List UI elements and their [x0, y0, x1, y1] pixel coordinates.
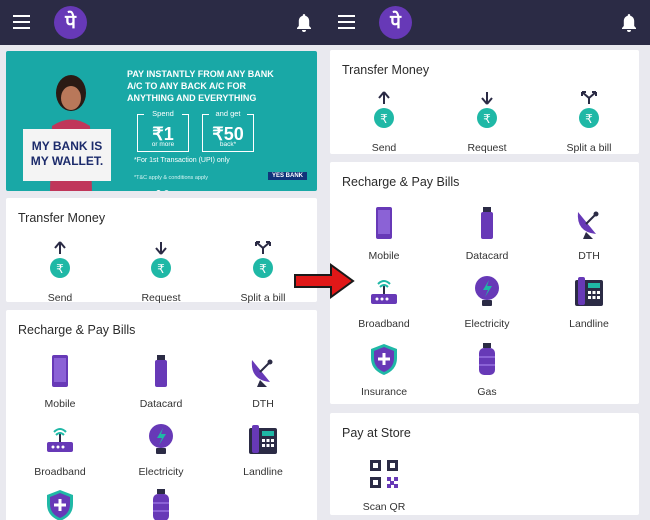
bell-icon[interactable]: [295, 13, 313, 33]
offer-spend-box: Spend ₹1 or more: [137, 109, 189, 152]
app-bar: पे: [325, 0, 650, 45]
landline-phone-icon: [575, 277, 603, 306]
transfer-money-title: Transfer Money: [18, 211, 106, 225]
electricity-button[interactable]: Electricity: [442, 274, 532, 330]
svg-text:₹: ₹: [259, 262, 267, 276]
landline-phone-icon: [249, 425, 277, 454]
request-button[interactable]: ₹ Request: [442, 90, 532, 154]
send-button[interactable]: ₹ Send: [15, 240, 105, 304]
request-button[interactable]: ₹ Request: [116, 240, 206, 304]
request-rupee-icon: ₹: [151, 242, 171, 278]
carousel-dots[interactable]: [156, 182, 172, 191]
send-rupee-icon: ₹: [50, 241, 70, 278]
gas-button[interactable]: [116, 488, 206, 520]
pay-at-store-title: Pay at Store: [342, 426, 411, 440]
gas-cylinder-icon: [479, 343, 495, 375]
pay-at-store-card: Pay at Store Scan QR: [330, 413, 639, 515]
insurance-shield-icon: [371, 344, 397, 375]
electricity-bulb-icon: [475, 276, 499, 306]
datacard-icon: [155, 355, 167, 387]
promo-banner[interactable]: MY BANK IS MY WALLET. PAY INSTANTLY FROM…: [6, 51, 317, 191]
datacard-button[interactable]: Datacard: [442, 206, 532, 262]
phonepe-logo: पे: [379, 6, 412, 39]
dth-button[interactable]: DTH: [544, 206, 634, 262]
promo-terms: *T&C apply & conditions apply: [134, 175, 208, 181]
qr-code-icon: [370, 460, 398, 488]
transfer-money-title: Transfer Money: [342, 63, 430, 77]
insurance-button[interactable]: [15, 488, 105, 520]
request-rupee-icon: ₹: [477, 92, 497, 128]
promo-headline: PAY INSTANTLY FROM ANY BANK A/C TO ANY B…: [127, 69, 274, 103]
mobile-button[interactable]: Mobile: [15, 354, 105, 410]
transfer-money-card: Transfer Money ₹ Send ₹ Request ₹ Split …: [330, 50, 639, 154]
svg-text:₹: ₹: [585, 112, 593, 126]
phonepe-logo: पे: [54, 6, 87, 39]
electricity-button[interactable]: Electricity: [116, 422, 206, 478]
insurance-shield-icon: [47, 490, 73, 520]
svg-text:₹: ₹: [56, 262, 64, 276]
dth-dish-icon: [251, 359, 273, 387]
electricity-bulb-icon: [149, 424, 173, 454]
split-bill-icon: ₹: [253, 241, 273, 278]
send-button[interactable]: ₹ Send: [339, 90, 429, 154]
transfer-money-card: Transfer Money ₹ Send ₹ Request ₹ Split …: [6, 198, 317, 304]
promo-footnote: *For 1st Transaction (UPI) only: [134, 157, 230, 164]
recharge-bills-title: Recharge & Pay Bills: [18, 323, 136, 337]
svg-text:₹: ₹: [380, 112, 388, 126]
broadband-router-icon: [47, 428, 73, 452]
yes-bank-badge: YES BANK: [267, 172, 307, 180]
gas-cylinder-icon: [153, 489, 169, 520]
recharge-bills-card: Recharge & Pay Bills Mobile Datacard DTH…: [330, 162, 639, 404]
mobile-icon: [376, 207, 392, 239]
send-rupee-icon: ₹: [374, 91, 394, 128]
datacard-icon: [481, 207, 493, 239]
recharge-bills-title: Recharge & Pay Bills: [342, 175, 460, 189]
menu-icon[interactable]: [13, 15, 30, 29]
insurance-button[interactable]: Insurance: [339, 342, 429, 398]
menu-icon[interactable]: [338, 15, 355, 29]
datacard-button[interactable]: Datacard: [116, 354, 206, 410]
app-bar: पे: [0, 0, 325, 45]
scan-qr-button[interactable]: Scan QR: [339, 457, 429, 513]
offer-cashback-box: and get ₹50 back*: [202, 109, 254, 152]
broadband-router-icon: [371, 280, 397, 304]
right-screen: पे Transfer Money ₹ Send ₹ Request ₹ Spl…: [325, 0, 650, 520]
promo-placard: MY BANK IS MY WALLET.: [23, 129, 111, 181]
gas-button[interactable]: Gas: [442, 342, 532, 398]
recharge-bills-card: Recharge & Pay Bills Mobile Datacard DTH…: [6, 310, 317, 520]
dth-button[interactable]: DTH: [218, 354, 308, 410]
mobile-icon: [52, 355, 68, 387]
split-bill-button[interactable]: ₹ Split a bill: [544, 90, 634, 154]
dth-dish-icon: [577, 211, 599, 239]
left-screen: पे MY BANK IS MY WALLET. PAY INSTANTLY F…: [0, 0, 325, 520]
red-arrow-icon: [294, 263, 355, 299]
svg-text:₹: ₹: [157, 262, 165, 276]
landline-button[interactable]: Landline: [544, 274, 634, 330]
landline-button[interactable]: Landline: [218, 422, 308, 478]
bell-icon[interactable]: [620, 13, 638, 33]
mobile-button[interactable]: Mobile: [339, 206, 429, 262]
svg-text:₹: ₹: [483, 112, 491, 126]
broadband-button[interactable]: Broadband: [15, 422, 105, 478]
split-bill-icon: ₹: [579, 91, 599, 128]
